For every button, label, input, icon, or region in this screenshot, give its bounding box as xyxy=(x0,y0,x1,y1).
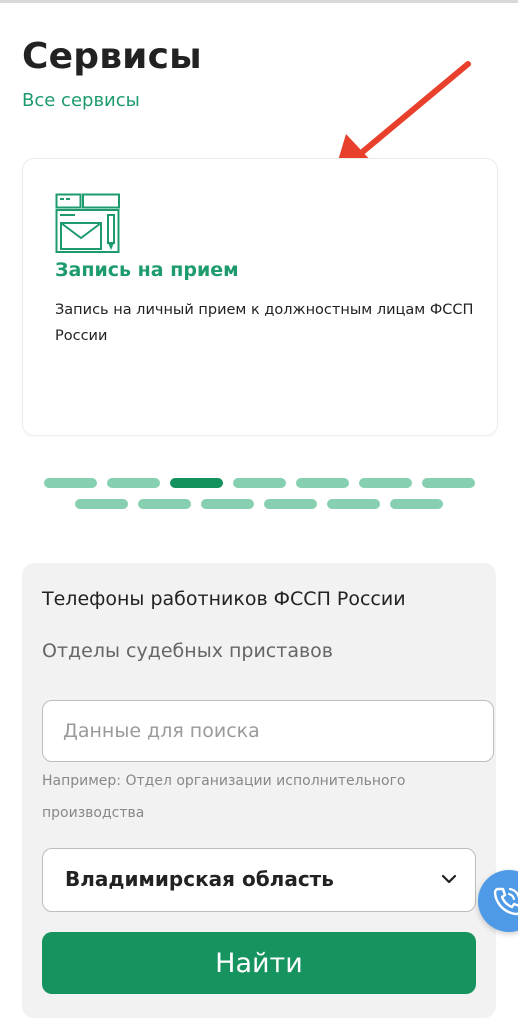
card-description: Запись на личный прием к должностным лиц… xyxy=(55,302,474,344)
region-selected-value: Владимирская область xyxy=(65,867,334,891)
appointment-icon xyxy=(55,193,120,253)
card-title: Запись на прием xyxy=(55,259,239,281)
carousel-dot[interactable] xyxy=(295,478,349,488)
search-input[interactable] xyxy=(42,700,494,762)
carousel-dot[interactable] xyxy=(169,478,223,488)
carousel-dot[interactable] xyxy=(358,478,412,488)
search-hint: Например: Отдел организации исполнительн… xyxy=(42,773,406,821)
carousel-dot[interactable] xyxy=(390,499,443,509)
panel-subtitle: Отделы судебных приставов xyxy=(42,640,333,662)
panel-title: Телефоны работников ФССП России xyxy=(42,588,406,610)
chevron-down-icon xyxy=(441,874,457,884)
find-button[interactable]: Найти xyxy=(42,932,476,994)
carousel-dot[interactable] xyxy=(201,499,254,509)
carousel-dot[interactable] xyxy=(43,478,97,488)
top-divider xyxy=(0,0,518,3)
carousel-dot[interactable] xyxy=(327,499,380,509)
service-card-appointment[interactable]: Запись на прием Запись на личный прием к… xyxy=(22,158,498,436)
carousel-dot[interactable] xyxy=(232,478,286,488)
carousel-dot[interactable] xyxy=(75,499,128,509)
page-title: Сервисы xyxy=(22,36,202,77)
phone-call-icon xyxy=(493,887,518,916)
all-services-link[interactable]: Все сервисы xyxy=(22,90,140,111)
phones-panel: Телефоны работников ФССП России Отделы с… xyxy=(22,563,496,1018)
carousel-dot[interactable] xyxy=(138,499,191,509)
region-select[interactable]: Владимирская область xyxy=(42,848,476,912)
carousel-dot[interactable] xyxy=(106,478,160,488)
carousel-dot[interactable] xyxy=(264,499,317,509)
carousel-dot[interactable] xyxy=(421,478,475,488)
